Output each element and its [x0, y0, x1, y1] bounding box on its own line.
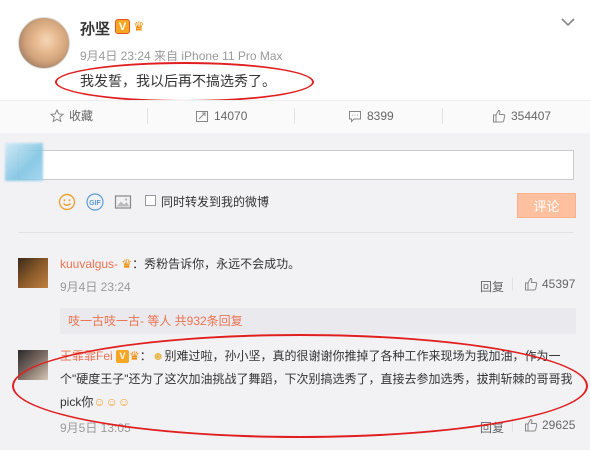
repost-count: 14070 — [214, 109, 248, 123]
comment-icon — [349, 111, 361, 123]
star-icon — [50, 109, 64, 123]
repost-button[interactable]: 14070 — [195, 100, 247, 132]
divider — [18, 232, 574, 233]
verified-v-icon: V — [115, 19, 130, 34]
crown-icon: ♛ — [133, 19, 145, 34]
comment-input[interactable] — [18, 150, 574, 180]
highlight-oval-post — [55, 62, 314, 102]
comment-like-button[interactable]: 45397 — [524, 277, 575, 291]
author-avatar[interactable] — [18, 17, 70, 69]
comment-like-button[interactable]: 29625 — [524, 418, 575, 432]
svg-text:GIF: GIF — [89, 200, 101, 207]
comment-button[interactable]: 8399 — [348, 100, 394, 132]
repost-checkbox[interactable] — [145, 195, 156, 206]
favorite-label: 收藏 — [69, 109, 94, 123]
repost-icon — [196, 111, 208, 122]
reply-button[interactable]: 回复 — [480, 278, 504, 295]
like-button[interactable]: 354407 — [492, 100, 551, 132]
thumbs-up-icon — [493, 109, 506, 123]
highlight-oval-comment — [12, 334, 588, 438]
sub-reply-link[interactable]: 吱一古吱一古- 等人 共932条回复 — [68, 312, 243, 329]
divider — [147, 108, 148, 124]
comment-text: 秀粉告诉你，永远不会成功。 — [144, 257, 301, 271]
divider — [512, 277, 513, 291]
thumbs-up-icon — [525, 418, 538, 432]
gif-icon[interactable]: GIF — [86, 193, 104, 211]
crown-icon: ♛ — [121, 257, 133, 271]
favorite-button[interactable]: 收藏 — [50, 100, 93, 132]
like-count: 354407 — [511, 109, 552, 123]
divider — [442, 108, 443, 124]
commenter-avatar[interactable] — [18, 258, 48, 288]
image-icon[interactable] — [114, 193, 132, 211]
emoji-icon[interactable] — [58, 193, 76, 211]
divider — [294, 108, 295, 124]
submit-comment-button[interactable]: 评论 — [517, 193, 576, 218]
repost-checkbox-label: 同时转发到我的微博 — [161, 195, 270, 209]
thumbs-up-icon — [525, 277, 538, 291]
comment-count: 8399 — [367, 109, 394, 123]
comment-separator: ： — [132, 257, 145, 271]
chevron-down-icon[interactable] — [560, 14, 576, 30]
current-user-avatar — [5, 143, 43, 181]
comment-like-count: 45397 — [542, 277, 576, 291]
comment-body: kuuvalgus- ♛：秀粉告诉你，永远不会成功。 — [60, 253, 300, 276]
commenter-name[interactable]: kuuvalgus- — [60, 257, 118, 271]
comment-time: 9月4日 23:24 — [60, 280, 131, 294]
author-name[interactable]: 孙坚 — [80, 18, 110, 39]
comment-like-count: 29625 — [542, 418, 576, 432]
